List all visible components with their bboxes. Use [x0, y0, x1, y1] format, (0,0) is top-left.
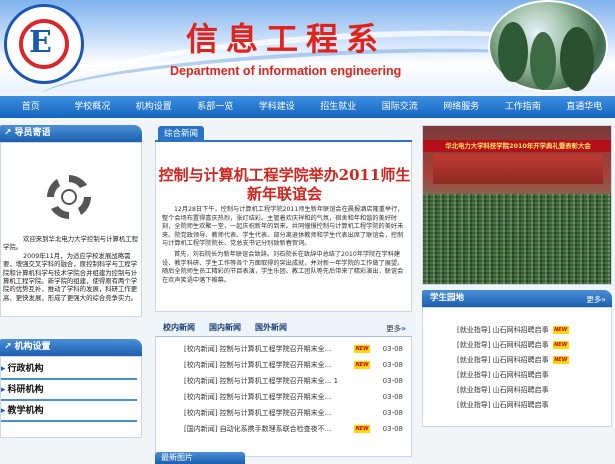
nav-item[interactable]: 国际交流: [369, 96, 431, 118]
guide-header: ↗导员寄语: [0, 125, 142, 142]
event-stage: [433, 154, 603, 184]
nav-item[interactable]: 首页: [0, 96, 62, 118]
student-title: 学生园地: [430, 290, 464, 307]
left-column: ↗导员寄语 欢迎来到华北电力大学控制与计算机工程学院。 2009年11月，为适应…: [0, 125, 142, 438]
guide-paragraph: 欢迎来到华北电力大学控制与计算机工程学院。: [3, 235, 139, 252]
news-subtabs: 校内新闻 国内新闻 国外新闻 更多»: [155, 319, 412, 337]
nav-item[interactable]: 学校概况: [62, 96, 124, 118]
news-list-item[interactable]: [校内新闻] 控制与计算机工程学院召开期末全...NEW 03-08: [156, 341, 411, 357]
news-item-title[interactable]: [校内新闻] 控制与计算机工程学院召开期末全...: [184, 344, 352, 354]
news-item-date: 03-08: [383, 409, 403, 417]
middle-column: 综合新闻 控制与计算机工程学院举办2011师生新年联谊会 12月28日下午，控制…: [155, 125, 412, 457]
news-list: [校内新闻] 控制与计算机工程学院召开期末全...NEW03-08[校内新闻] …: [155, 337, 412, 457]
guide-text: 欢迎来到华北电力大学控制与计算机工程学院。 2009年11月，为适应学校发展战略…: [3, 235, 139, 302]
arrow-icon: ↗: [4, 125, 12, 142]
news-more-link[interactable]: 更多»: [386, 323, 406, 334]
nav-item[interactable]: 机构设置: [123, 96, 185, 118]
nav-item[interactable]: 工作指南: [492, 96, 554, 118]
tab-general-news[interactable]: 综合新闻: [158, 126, 204, 142]
tab-campus-news[interactable]: 校内新闻: [163, 322, 195, 333]
news-item-title[interactable]: [国内新闻] 自动化系携手数理系联合检查夜不...: [184, 424, 352, 434]
news-item-date: 03-08: [383, 425, 403, 433]
double-arrow-icon: »: [601, 295, 606, 304]
news-item-title[interactable]: [校内新闻] 控制与计算机工程学院召开期末全... 1: [184, 376, 352, 386]
news-item-title[interactable]: [校内新闻] 控制与计算机工程学院召开期末全...: [184, 360, 352, 370]
student-item-title[interactable]: [就业指导] 山石网科招聘启事: [457, 370, 549, 380]
news-item-date: 03-08: [383, 345, 403, 353]
nav-item[interactable]: 招生就业: [308, 96, 370, 118]
news-list-item[interactable]: [校内新闻] 控制与计算机工程学院召开期末全...NEW 03-08: [156, 357, 411, 373]
student-item-title[interactable]: [就业指导] 山石网科招聘启事: [457, 385, 549, 395]
news-item-date: 03-08: [383, 377, 403, 385]
featured-news: 控制与计算机工程学院举办2011师生新年联谊会 12月28日下午，控制与计算机工…: [155, 142, 412, 312]
event-crowd-shade: [423, 194, 612, 285]
student-item-title[interactable]: [就业指导] 山石网科招聘启事: [457, 400, 549, 410]
news-tab-header: 综合新闻: [155, 125, 412, 142]
student-header: 学生园地 更多»: [422, 290, 612, 307]
bullet-icon: ▸: [1, 385, 6, 395]
student-list-item[interactable]: [就业指导] 山石网科招聘启事 NEW: [423, 322, 611, 337]
site-title: 信息工程系: [186, 14, 386, 60]
guide-panel: 欢迎来到华北电力大学控制与计算机工程学院。 2009年11月，为适应学校发展战略…: [0, 142, 142, 317]
nav-item[interactable]: 学科建设: [246, 96, 308, 118]
student-list-item[interactable]: [就业指导] 山石网科招聘启事: [423, 397, 611, 412]
new-badge: NEW: [553, 356, 569, 364]
org-item-research[interactable]: ▸科研机构: [1, 381, 137, 401]
arrow-icon: ↗: [4, 339, 12, 356]
tab-foreign-news[interactable]: 国外新闻: [255, 322, 287, 333]
news-item-title[interactable]: [校内新闻] 控制与计算机工程学院召开期末全...: [184, 392, 352, 402]
student-list: [就业指导] 山石网科招聘启事NEW[就业指导] 山石网科招聘启事NEW[就业指…: [422, 307, 612, 427]
right-column: 华北电力大学科技学院2010年开学典礼暨表彰大会 学生园地 更多» [就业指导]…: [422, 125, 612, 427]
org-item-teaching[interactable]: ▸教学机构: [1, 402, 137, 422]
news-item-date: 03-08: [383, 393, 403, 401]
org-header: ↗机构设置: [0, 339, 142, 356]
new-badge: NEW: [354, 345, 370, 353]
university-logo[interactable]: E: [4, 4, 84, 84]
student-item-title[interactable]: [就业指导] 山石网科招聘启事: [457, 355, 549, 365]
double-arrow-icon: »: [401, 324, 406, 333]
news-body: 12月28日下午，控制与计算机工程学院2011师生新年联谊会在晨报酒店隆重举行，…: [162, 206, 407, 287]
news-item-title[interactable]: [校内新闻] 控制与计算机工程学院召开期末全...: [184, 408, 352, 418]
bullet-icon: ▸: [1, 364, 6, 374]
news-list-item[interactable]: [校内新闻] 控制与计算机工程学院召开期末全... 03-08: [156, 405, 411, 421]
student-list-item[interactable]: [就业指导] 山石网科招聘启事 NEW: [423, 337, 611, 352]
main-nav: 首页学校概况机构设置系部一览学科建设招生就业国际交流网络服务工作指南直通华电: [0, 96, 615, 118]
logo-letter: E: [29, 25, 52, 60]
latest-photos-header: 最新图片: [155, 452, 245, 464]
org-item-admin[interactable]: ▸行政机构: [1, 360, 137, 380]
student-list-item[interactable]: [就业指导] 山石网科招聘启事 NEW: [423, 352, 611, 367]
student-item-title[interactable]: [就业指导] 山石网科招聘启事: [457, 325, 549, 335]
news-item-date: 03-08: [383, 361, 403, 369]
student-list-item[interactable]: [就业指导] 山石网科招聘启事: [423, 367, 611, 382]
tab-domestic-news[interactable]: 国内新闻: [209, 322, 241, 333]
new-badge: NEW: [354, 425, 370, 433]
guide-title: 导员寄语: [15, 128, 51, 138]
event-photo[interactable]: 华北电力大学科技学院2010年开学典礼暨表彰大会: [422, 125, 612, 285]
new-badge: NEW: [553, 326, 569, 334]
nav-item[interactable]: 网络服务: [431, 96, 493, 118]
site-subtitle: Department of information engineering: [170, 64, 401, 78]
decorative-swirl-icon: [43, 171, 95, 223]
nav-item[interactable]: 系部一览: [185, 96, 247, 118]
new-badge: NEW: [553, 341, 569, 349]
news-list-item[interactable]: [校内新闻] 控制与计算机工程学院召开期末全... 03-08: [156, 389, 411, 405]
guide-paragraph: 2009年11月，为适应学校发展战略需要，增强交叉学科的融合，原控制科学与工程学…: [3, 252, 139, 302]
student-item-title[interactable]: [就业指导] 山石网科招聘启事: [457, 340, 549, 350]
news-headline[interactable]: 控制与计算机工程学院举办2011师生新年联谊会: [156, 166, 412, 204]
event-banner: 华北电力大学科技学院2010年开学典礼暨表彰大会: [423, 140, 612, 152]
news-paragraph: 首先，刘石院长为新年联谊会致辞。刘石院长在致辞中总结了2010年学院在学科建设、…: [162, 251, 407, 285]
nav-item[interactable]: 直通华电: [554, 96, 615, 118]
bullet-icon: ▸: [1, 406, 6, 416]
news-list-item[interactable]: [校内新闻] 控制与计算机工程学院召开期末全... 1 03-08: [156, 373, 411, 389]
new-badge: NEW: [354, 361, 370, 369]
site-header: E 信息工程系 Department of information engine…: [0, 0, 615, 92]
campus-photo: [488, 0, 608, 92]
news-list-item[interactable]: [国内新闻] 自动化系携手数理系联合检查夜不...NEW 03-08: [156, 421, 411, 437]
org-title: 机构设置: [15, 342, 51, 352]
news-paragraph: 12月28日下午，控制与计算机工程学院2011师生新年联谊会在晨报酒店隆重举行，…: [162, 206, 407, 249]
org-panel: ▸行政机构 ▸科研机构 ▸教学机构: [0, 356, 142, 438]
student-more-link[interactable]: 更多»: [586, 294, 606, 305]
student-list-item[interactable]: [就业指导] 山石网科招聘启事: [423, 382, 611, 397]
